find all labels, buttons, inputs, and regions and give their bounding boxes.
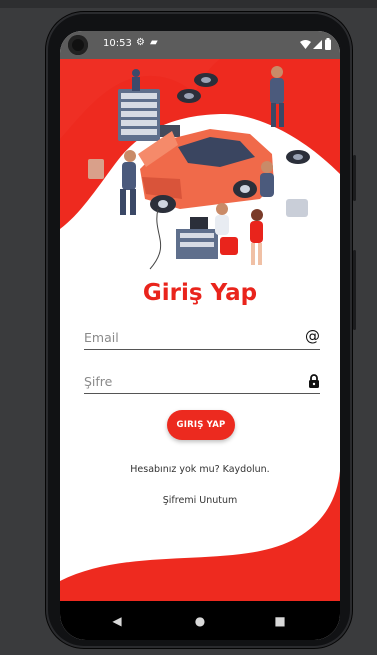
app-screen: 10:53 ⚙ ▰ Giriş Yap Email @ GIRIŞ YAP He… <box>60 31 340 640</box>
email-input[interactable] <box>84 330 284 345</box>
car-illustration <box>138 129 274 213</box>
woman-illustration <box>250 209 263 265</box>
lock-icon <box>309 374 319 388</box>
password-input[interactable] <box>84 374 284 389</box>
settings-icon: ⚙ <box>136 37 145 48</box>
front-camera <box>68 35 88 55</box>
page-title: Giriş Yap <box>142 280 258 306</box>
email-field[interactable]: @ <box>84 327 320 350</box>
mechanic-right-illustration <box>260 161 308 217</box>
login-button[interactable]: GIRIŞ YAP <box>167 410 235 440</box>
status-time: 10:53 <box>103 38 132 49</box>
power-button[interactable] <box>353 155 356 201</box>
lock-icon: ▰ <box>150 37 158 48</box>
status-bar: 10:53 ⚙ ▰ <box>60 31 340 59</box>
wifi-icon <box>300 40 311 49</box>
window-top-bar <box>0 0 377 8</box>
recents-icon[interactable]: ■ <box>260 601 300 640</box>
volume-button[interactable] <box>353 250 356 330</box>
at-sign-icon: @ <box>305 327 320 345</box>
android-nav-bar: ◀ ● ■ <box>60 601 340 640</box>
back-icon[interactable]: ◀ <box>97 601 137 640</box>
signal-icon <box>313 40 322 49</box>
battery-icon <box>325 38 331 50</box>
home-icon[interactable]: ● <box>180 601 220 640</box>
bottom-wave-decoration <box>60 471 340 601</box>
password-field[interactable] <box>84 371 320 394</box>
